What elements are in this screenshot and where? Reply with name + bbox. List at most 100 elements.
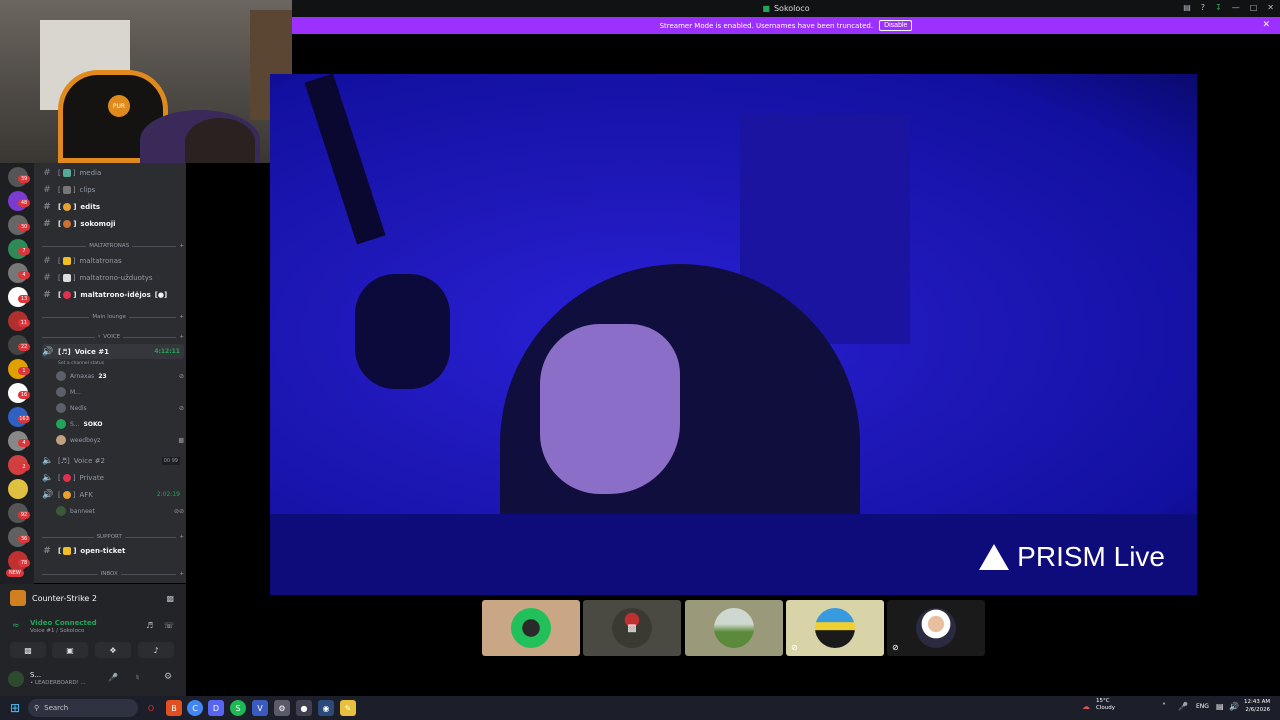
channel-maltatrono-idejos[interactable]: #[] maltatrono-idėjos [●] [42,287,184,302]
voice-user[interactable]: M... [56,385,184,399]
weather-widget[interactable]: 15°C Cloudy [1096,698,1115,712]
add-channel-icon[interactable]: + [179,314,184,320]
app-icon[interactable]: ● [296,700,312,716]
windows-start-icon[interactable]: ⊞ [10,701,20,715]
network-icon[interactable]: ▤ [1216,702,1224,711]
add-channel-icon[interactable]: + [179,243,184,249]
volume-icon[interactable]: 🔊 [1229,702,1239,711]
deafen-icon: ⊘⊘ [173,507,184,515]
voice-user[interactable]: Nedls ⊘ [56,401,184,415]
add-channel-icon[interactable]: + [179,571,184,577]
user-status: • LEADERBOARD! ... [30,680,86,686]
notes-icon[interactable]: ✎ [340,700,356,716]
disconnect-icon[interactable]: ☏ [164,621,174,630]
voice-channel-private[interactable]: 🔈[] Private [42,470,184,485]
noise-suppression-icon[interactable]: ♬ [146,621,153,630]
prism-brand: PRISM Live [1017,541,1165,572]
maximize-icon[interactable]: □ [1250,3,1258,12]
inbox-icon[interactable]: ▤ [1183,3,1191,12]
chrome-icon[interactable]: C [187,700,203,716]
taskbar-search[interactable]: ⚲ Search [28,699,138,717]
soundboard-button[interactable]: ♪ [138,642,174,658]
hash-icon: # [43,167,51,178]
screen-share-button[interactable]: ▣ [52,642,88,658]
category-support[interactable]: SUPPORT + [42,531,184,543]
cs2-icon [10,590,26,606]
server-badge: 78 [18,559,30,567]
server-badge: 2 [18,463,30,471]
voice-user[interactable]: Arnaxas 23 ⊘ [56,369,184,383]
spotify-icon[interactable]: S [230,700,246,716]
help-icon[interactable]: ? [1201,3,1205,12]
category-inbox[interactable]: INBOX + [42,568,184,580]
channel-clips[interactable]: #[] clips [42,182,184,197]
channel-open-ticket[interactable]: #[] open-ticket [42,543,184,558]
participant-tile[interactable]: ▩ [583,600,681,656]
weather-desc: Cloudy [1096,705,1115,711]
server-badge: 13 [18,295,30,303]
video-camera-icon: ▩ [627,622,637,634]
channel-maltatrono-uzduotys[interactable]: #[] maltatrono-užduotys [42,270,184,285]
server-icon[interactable] [8,479,28,499]
brave-icon[interactable]: B [166,700,182,716]
close-icon[interactable]: ✕ [1267,3,1274,12]
chair-logo: PUR [108,95,130,117]
headphones-icon[interactable]: ♮ [136,673,139,682]
taskbar-clock[interactable]: 12:43 AM 2/6/2026 [1244,698,1270,714]
avatar [815,608,855,648]
disable-streamer-mode-button[interactable]: Disable [879,20,913,31]
voice-channel-2[interactable]: 🔈 [♬] Voice #2 00 99 [42,453,184,468]
participant-tile[interactable] [685,600,783,656]
avatar [56,419,66,429]
main-video-stream[interactable]: PRISM Live [270,74,1197,595]
activities-button[interactable]: ❖ [95,642,131,658]
avatar[interactable] [8,671,24,687]
opera-icon[interactable]: O [143,700,159,716]
channel-sokomoji[interactable]: #[] sokomoji [42,216,184,231]
activity-row[interactable]: Counter-Strike 2 ▩ [0,584,186,612]
settings-icon[interactable]: ⚙ [274,700,290,716]
steam-icon[interactable]: ◉ [318,700,334,716]
download-icon[interactable]: ↧ [1215,3,1222,12]
voice-user[interactable]: banneet ⊘⊘ [56,504,184,518]
game-icon: ■ [762,4,770,13]
tray-mic-icon[interactable]: 🎤 [1178,702,1188,711]
participant-tile[interactable] [482,600,580,656]
add-channel-icon[interactable]: + [179,534,184,540]
status-emoji-icon: [●] [154,290,168,299]
server-badge: 48 [18,199,30,207]
discord-icon[interactable]: D [208,700,224,716]
close-icon[interactable]: ✕ [1262,20,1270,30]
voice-user[interactable]: S... SOKO [56,417,184,431]
speaker-icon: 🔊 [42,346,54,357]
weather-icon[interactable]: ☁ [1082,702,1090,711]
channel-label: Private [79,473,104,482]
channel-maltatronas[interactable]: #[] maltatronas [42,253,184,268]
voice-connected-label[interactable]: Video Connected [30,619,97,627]
minimize-icon[interactable]: — [1232,3,1240,12]
channel-emoji-icon [62,490,71,499]
microphone-icon[interactable]: 🎤 [108,673,118,682]
server-badge: 1 [18,367,30,375]
category-voice[interactable]: ♮ VOICE + [42,331,184,343]
voice-channel-afk[interactable]: 🔊[] AFK 2:02:19 [42,487,184,502]
vpn-icon[interactable]: V [252,700,268,716]
avatar [714,608,754,648]
settings-gear-icon[interactable]: ⚙ [164,672,172,682]
language-indicator[interactable]: ENG [1196,703,1209,710]
category-main-lounge[interactable]: Main lounge + [42,311,184,323]
voice-user[interactable]: weedboyz ▩ [56,433,184,447]
category-maltatronas[interactable]: MALTATRONAS + [42,240,184,252]
add-channel-icon[interactable]: + [179,334,184,340]
tray-chevron-icon[interactable]: ˄ [1162,702,1166,711]
camera-button[interactable]: ▩ [10,642,46,658]
channel-list: #[] media #[] clips #[] edits #[] sokomo… [34,163,186,583]
participant-tile[interactable]: ⊘ [786,600,884,656]
channel-media[interactable]: #[] media [42,165,184,180]
server-badge: 4 [18,439,30,447]
screen-icon[interactable]: ▩ [166,594,174,603]
category-label: VOICE [103,334,121,340]
voice-user-tag: SOKO [83,420,103,428]
participant-tile[interactable]: ⊘ [887,600,985,656]
channel-edits[interactable]: #[] edits [42,199,184,214]
